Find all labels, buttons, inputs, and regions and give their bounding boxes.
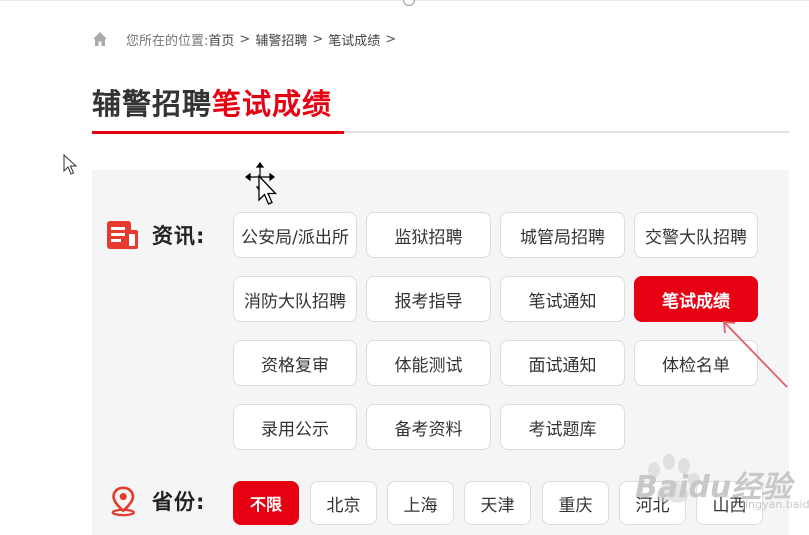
- annotation-arrow: [723, 321, 788, 388]
- breadcrumb-separator: >: [312, 31, 324, 47]
- province-tag-unlimited[interactable]: 不限: [233, 481, 299, 525]
- breadcrumb-separator: >: [239, 31, 251, 47]
- breadcrumb-written-score[interactable]: 笔试成绩: [328, 30, 380, 49]
- tag-urban-management[interactable]: 城管局招聘: [500, 212, 625, 258]
- page-title: 辅警招聘笔试成绩: [92, 86, 332, 122]
- province-tag-beijing[interactable]: 北京: [310, 481, 377, 525]
- breadcrumb-location-label: 您所在的位置:: [126, 33, 209, 49]
- province-tag-tianjin[interactable]: 天津: [464, 481, 531, 525]
- tag-qualification-review[interactable]: 资格复审: [233, 340, 357, 386]
- tag-prep-materials[interactable]: 备考资料: [366, 404, 491, 450]
- tag-prison-recruit[interactable]: 监狱招聘: [366, 212, 491, 258]
- tag-physical-test[interactable]: 体能测试: [366, 340, 491, 386]
- breadcrumb-separator: >: [385, 31, 397, 47]
- page-title-highlight: 笔试成绩: [212, 87, 333, 121]
- tag-interview-notice[interactable]: 面试通知: [500, 340, 625, 386]
- home-icon[interactable]: [92, 31, 108, 47]
- move-cursor-icon: [245, 162, 278, 205]
- news-label: 资讯:: [152, 224, 206, 248]
- tag-hiring-notice[interactable]: 录用公示: [233, 404, 357, 450]
- breadcrumb: 您所在的位置: 首页 > 辅警招聘 > 笔试成绩 >: [92, 29, 401, 49]
- news-row-label: 资讯:: [106, 218, 205, 252]
- tag-fire-brigade[interactable]: 消防大队招聘: [233, 276, 357, 322]
- tag-question-bank[interactable]: 考试题库: [500, 404, 625, 450]
- tag-traffic-police[interactable]: 交警大队招聘: [634, 212, 758, 258]
- province-tag-shanghai[interactable]: 上海: [387, 481, 454, 525]
- arrow-cursor-icon: [63, 154, 78, 175]
- page-title-main: 辅警招聘: [92, 87, 213, 121]
- scroll-knob[interactable]: [403, 0, 415, 6]
- news-icon: [107, 221, 138, 249]
- breadcrumb-auxiliary-police[interactable]: 辅警招聘: [255, 30, 307, 49]
- tag-application-guide[interactable]: 报考指导: [366, 276, 491, 322]
- baidu-watermark-url: jingyan.baidu.com: [742, 498, 809, 511]
- tag-written-notice[interactable]: 笔试通知: [500, 276, 625, 322]
- tag-public-security[interactable]: 公安局/派出所: [233, 212, 357, 258]
- location-pin-icon: [111, 486, 135, 517]
- province-row-label: 省份:: [110, 484, 205, 518]
- province-label: 省份:: [152, 490, 206, 514]
- breadcrumb-home[interactable]: 首页: [208, 30, 234, 49]
- title-accent-underline: [92, 131, 344, 134]
- province-tag-chongqing[interactable]: 重庆: [542, 481, 609, 525]
